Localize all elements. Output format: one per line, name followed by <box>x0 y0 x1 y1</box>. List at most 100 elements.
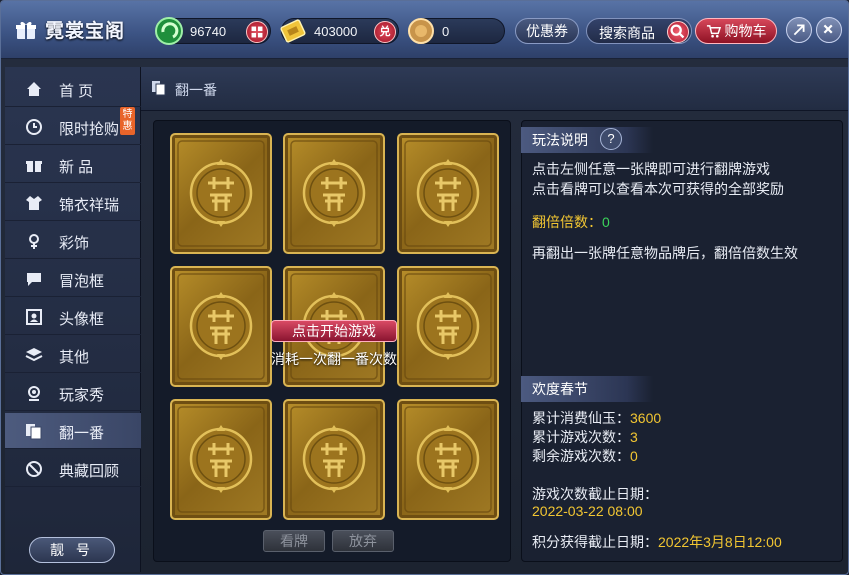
remaining-value: 0 <box>630 448 638 464</box>
cards-icon <box>26 424 42 440</box>
sidebar-item-new[interactable]: 新 品 <box>5 147 141 183</box>
give-up-button[interactable]: 放弃 <box>332 530 394 552</box>
restore-icon <box>793 24 805 36</box>
portrait-frame-icon <box>26 309 42 325</box>
gold-ticket-icon <box>280 19 306 43</box>
search-input[interactable]: 搜索商品 <box>586 18 692 44</box>
currency-coin: 0 <box>408 18 505 44</box>
exchange-button[interactable]: 兑 <box>374 21 396 43</box>
face-down-card[interactable] <box>170 133 272 254</box>
sidebar-item-label: 彩饰 <box>59 235 90 252</box>
content-header: 翻一番 <box>141 67 848 111</box>
close-window-button[interactable] <box>816 17 842 43</box>
jade-swirl-icon <box>155 17 183 45</box>
premium-id-button[interactable]: 靓 号 <box>29 537 115 563</box>
home-icon <box>27 82 41 96</box>
sidebar-item-label: 首 页 <box>59 83 94 100</box>
gift-icon <box>26 161 42 172</box>
ban-icon <box>26 461 42 477</box>
grid-icon <box>251 26 263 38</box>
sidebar-item-label: 冒泡框 <box>59 273 105 290</box>
sidebar-item-label: 翻一番 <box>59 425 105 442</box>
deadline-label: 游戏次数截止日期： <box>532 486 658 502</box>
sidebar-item-flip-double[interactable]: 翻一番 <box>5 413 141 449</box>
rules-note: 再翻出一张牌任意物品牌后，翻倍倍数生效 <box>532 245 798 261</box>
card-emblem-icon <box>404 140 492 247</box>
sidebar-item-label: 玩家秀 <box>59 387 105 404</box>
points-value: 2022年3月8日12:00 <box>658 534 782 550</box>
app-title-text: 霓裳宝阁 <box>45 21 126 42</box>
spent-value: 3600 <box>630 410 662 426</box>
ornament-icon <box>29 234 39 249</box>
sidebar-item-label: 新 品 <box>59 159 94 176</box>
ticket-amount: 403000 <box>314 24 358 39</box>
card-emblem-icon <box>177 406 265 513</box>
points-row: 积分获得截止日期：2022年3月8日12:00 <box>532 532 782 552</box>
sidebar-item-outfits[interactable]: 锦衣祥瑞 <box>5 185 141 221</box>
rules-section-title: 玩法说明 <box>521 127 653 153</box>
card-emblem-icon <box>177 140 265 247</box>
remaining-label: 剩余游戏次数： <box>532 448 630 464</box>
recharge-jade-button[interactable] <box>246 21 268 43</box>
restore-window-button[interactable] <box>786 17 812 43</box>
card-emblem-icon <box>290 140 378 247</box>
layers-icon <box>25 348 43 362</box>
remaining-row: 剩余游戏次数：0 <box>532 446 638 466</box>
close-icon <box>823 24 833 34</box>
face-down-card[interactable] <box>283 399 385 520</box>
chat-bubble-icon <box>27 273 41 286</box>
face-down-card[interactable] <box>283 133 385 254</box>
deadline-value: 2022-03-22 08:00 <box>532 503 643 519</box>
multiplier-value: 0 <box>602 214 610 230</box>
card-emblem-icon <box>404 406 492 513</box>
currency-ticket: 403000 兑 <box>280 18 399 44</box>
spent-label: 累计消费仙玉： <box>532 410 630 426</box>
shirt-icon <box>26 196 42 210</box>
face-down-card[interactable] <box>170 399 272 520</box>
sidebar-item-chat-bubble[interactable]: 冒泡框 <box>5 261 141 297</box>
search-icon[interactable] <box>667 21 689 43</box>
coin-icon <box>408 18 434 44</box>
sidebar-item-home[interactable]: 首 页 <box>5 71 141 107</box>
page-title: 翻一番 <box>175 82 217 98</box>
clock-icon <box>26 119 42 135</box>
spent-row: 累计消费仙玉：3600 <box>532 408 661 428</box>
sidebar-item-label: 限时抢购 <box>59 121 120 138</box>
start-game-button[interactable]: 点击开始游戏 <box>271 320 397 342</box>
multiplier-row: 翻倍倍数：0 <box>532 212 610 232</box>
played-label: 累计游戏次数： <box>532 429 630 445</box>
sidebar-item-label: 锦衣祥瑞 <box>59 197 120 214</box>
help-icon[interactable]: ? <box>600 128 622 150</box>
player-show-icon <box>28 386 40 401</box>
sidebar-item-collection[interactable]: 典藏回顾 <box>5 451 141 487</box>
sidebar-item-label: 其他 <box>59 349 90 366</box>
cart-label: 购物车 <box>724 23 767 39</box>
cart-icon <box>706 24 721 37</box>
sidebar-item-ornaments[interactable]: 彩饰 <box>5 223 141 259</box>
coupon-button[interactable]: 优惠券 <box>515 18 579 44</box>
view-cards-button[interactable]: 看牌 <box>263 530 325 552</box>
rules-line-2: 点击看牌可以查看本次可获得的全部奖励 <box>532 181 784 197</box>
sidebar: 首 页 限时抢购 新 品 锦衣祥瑞 彩饰 冒泡框 头像框 其他 玩家秀 翻一番 … <box>5 67 141 572</box>
sidebar-item-avatar-frame[interactable]: 头像框 <box>5 299 141 335</box>
card-emblem-icon <box>290 406 378 513</box>
currency-jade: 96740 <box>155 17 271 45</box>
search-placeholder: 搜索商品 <box>599 25 655 41</box>
cards-icon <box>152 81 166 96</box>
rules-line-1: 点击左侧任意一张牌即可进行翻牌游戏 <box>532 161 770 177</box>
sidebar-item-label: 典藏回顾 <box>59 463 120 480</box>
app-title: 霓裳宝阁 <box>15 16 125 43</box>
coin-amount: 0 <box>442 24 450 39</box>
special-offer-badge: 特惠 <box>120 107 135 135</box>
face-down-card[interactable] <box>397 133 499 254</box>
title-bar: 霓裳宝阁 96740 403000 兑 0 优惠券 搜索商品 购物车 <box>1 1 848 59</box>
sidebar-item-player-show[interactable]: 玩家秀 <box>5 375 141 411</box>
sidebar-item-other[interactable]: 其他 <box>5 337 141 373</box>
cart-button[interactable]: 购物车 <box>695 18 777 44</box>
jade-amount: 96740 <box>190 24 227 39</box>
played-row: 累计游戏次数：3 <box>532 427 638 447</box>
points-label: 积分获得截止日期： <box>532 534 658 550</box>
start-game-hint: 消耗一次翻一番次数 <box>271 351 397 367</box>
face-down-card[interactable] <box>397 399 499 520</box>
event-section-title: 欢度春节 <box>521 376 653 402</box>
